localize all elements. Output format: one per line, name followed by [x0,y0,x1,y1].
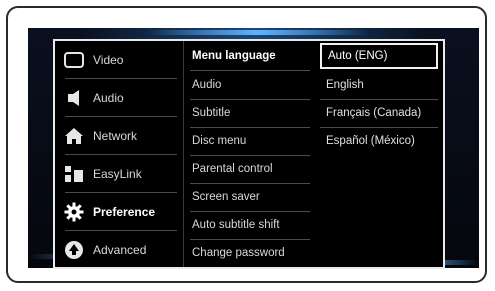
value-english[interactable]: English [320,72,438,98]
value-francais-canada[interactable]: Français (Canada) [320,100,438,126]
category-label: Preference [93,204,156,219]
divider [190,70,310,71]
value-auto-eng[interactable]: Auto (ENG) [320,43,438,69]
option-disc-menu[interactable]: Disc menu [192,128,310,154]
category-label: Advanced [93,242,147,257]
preference-gear-icon [63,201,85,223]
advanced-icon [63,239,85,261]
value-list: Auto (ENG) English Français (Canada) Esp… [316,41,445,267]
category-video[interactable]: Video [59,41,179,78]
option-list: Menu language Audio Subtitle Disc menu P… [183,41,317,267]
option-menu-language[interactable]: Menu language [192,43,310,69]
option-screen-saver[interactable]: Screen saver [192,184,310,210]
top-glow-streak [148,30,368,35]
category-network[interactable]: Network [59,117,179,154]
category-preference[interactable]: Preference [59,193,179,230]
audio-icon [63,87,85,109]
category-audio[interactable]: Audio [59,79,179,116]
settings-panel: Video Audio Network EasyLink Preference … [53,39,445,269]
option-change-password[interactable]: Change password [192,240,310,266]
option-parental-control[interactable]: Parental control [192,156,310,182]
tv-frame: Video Audio Network EasyLink Preference … [6,6,487,283]
category-easylink[interactable]: EasyLink [59,155,179,192]
option-subtitle[interactable]: Subtitle [192,100,310,126]
network-icon [63,125,85,147]
category-advanced[interactable]: Advanced [59,231,179,268]
video-icon [63,49,85,71]
category-label: Video [93,52,124,67]
option-auto-subtitle-shift[interactable]: Auto subtitle shift [192,212,310,238]
easylink-icon [63,163,85,185]
option-audio[interactable]: Audio [192,72,310,98]
category-label: EasyLink [93,166,142,181]
value-espanol-mexico[interactable]: Español (México) [320,128,438,154]
category-list: Video Audio Network EasyLink Preference … [55,41,183,267]
category-label: Network [93,128,138,143]
category-label: Audio [93,90,124,105]
